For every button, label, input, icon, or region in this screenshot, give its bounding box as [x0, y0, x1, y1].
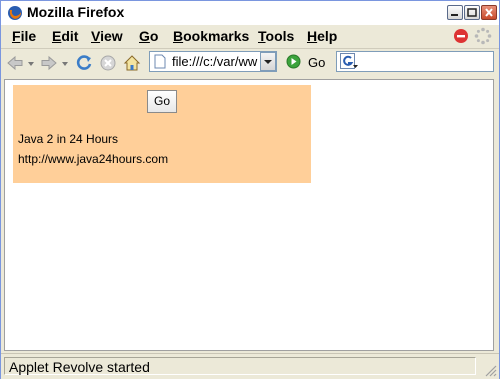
- browser-window: Mozilla Firefox File Edit View Go Bookma…: [0, 0, 500, 379]
- applet-go-button[interactable]: Go: [147, 90, 177, 113]
- status-bar: Applet Revolve started: [1, 353, 499, 379]
- url-field[interactable]: file:///c:/var/ww: [172, 54, 260, 69]
- menu-view-label: iew: [100, 28, 123, 44]
- menu-file[interactable]: File: [12, 28, 36, 44]
- menu-help[interactable]: Help: [307, 28, 337, 44]
- throbber-icon: [474, 27, 492, 45]
- minimize-icon: [451, 14, 458, 16]
- go-icon[interactable]: [286, 54, 301, 69]
- menu-file-accel: F: [12, 28, 21, 44]
- menu-file-label: ile: [20, 28, 37, 44]
- back-dropdown-icon[interactable]: [28, 62, 35, 67]
- back-icon[interactable]: [6, 54, 24, 72]
- status-text: Applet Revolve started: [4, 357, 476, 375]
- menu-help-label: elp: [317, 28, 338, 44]
- search-box[interactable]: [336, 51, 494, 72]
- applet-book-title: Java 2 in 24 Hours: [18, 132, 119, 146]
- menu-tools-accel: T: [258, 28, 266, 44]
- chevron-down-icon: [264, 60, 272, 64]
- google-search-icon[interactable]: [340, 53, 358, 70]
- url-history-dropdown[interactable]: [260, 52, 276, 71]
- menu-bookmarks-accel: B: [173, 28, 184, 44]
- forward-dropdown-icon[interactable]: [62, 62, 69, 67]
- java-applet[interactable]: Go Java 2 in 24 Hours http://www.java24h…: [13, 85, 311, 183]
- applet-url-text: http://www.java24hours.com: [18, 152, 169, 166]
- window-title: Mozilla Firefox: [27, 4, 125, 20]
- menu-bookmarks-label: ookmarks: [183, 28, 250, 44]
- menu-bookmarks[interactable]: Bookmarks: [173, 28, 249, 44]
- menu-go[interactable]: Go: [139, 28, 158, 44]
- menu-go-accel: G: [139, 28, 150, 44]
- menu-help-accel: H: [307, 28, 318, 44]
- forward-icon[interactable]: [40, 54, 58, 72]
- firefox-icon: [8, 6, 22, 20]
- page-content: Go Java 2 in 24 Hours http://www.java24h…: [4, 79, 494, 351]
- menu-edit-label: dit: [61, 28, 79, 44]
- maximize-button[interactable]: [464, 5, 480, 20]
- title-bar: Mozilla Firefox: [1, 1, 499, 26]
- menu-go-label: o: [149, 28, 159, 44]
- resize-grip-icon[interactable]: [483, 363, 497, 377]
- menu-edit-accel: E: [52, 28, 62, 44]
- home-icon[interactable]: [123, 54, 141, 72]
- menu-view-accel: V: [91, 28, 101, 44]
- menu-edit[interactable]: Edit: [52, 28, 78, 44]
- menu-tools-label: ools: [265, 28, 295, 44]
- maximize-icon: [467, 8, 477, 17]
- close-button[interactable]: [481, 5, 497, 20]
- stop-icon[interactable]: [99, 54, 117, 72]
- url-bar[interactable]: file:///c:/var/ww: [149, 51, 277, 72]
- go-button-label[interactable]: Go: [308, 55, 325, 70]
- reload-icon[interactable]: [75, 54, 93, 72]
- page-icon: [154, 54, 166, 69]
- close-icon: [485, 8, 493, 17]
- menu-tools[interactable]: Tools: [258, 28, 294, 44]
- stop-alert-icon[interactable]: [453, 28, 469, 44]
- menu-bar: File Edit View Go Bookmarks Tools Help: [1, 25, 499, 47]
- menu-view[interactable]: View: [91, 28, 123, 44]
- minimize-button[interactable]: [447, 5, 463, 20]
